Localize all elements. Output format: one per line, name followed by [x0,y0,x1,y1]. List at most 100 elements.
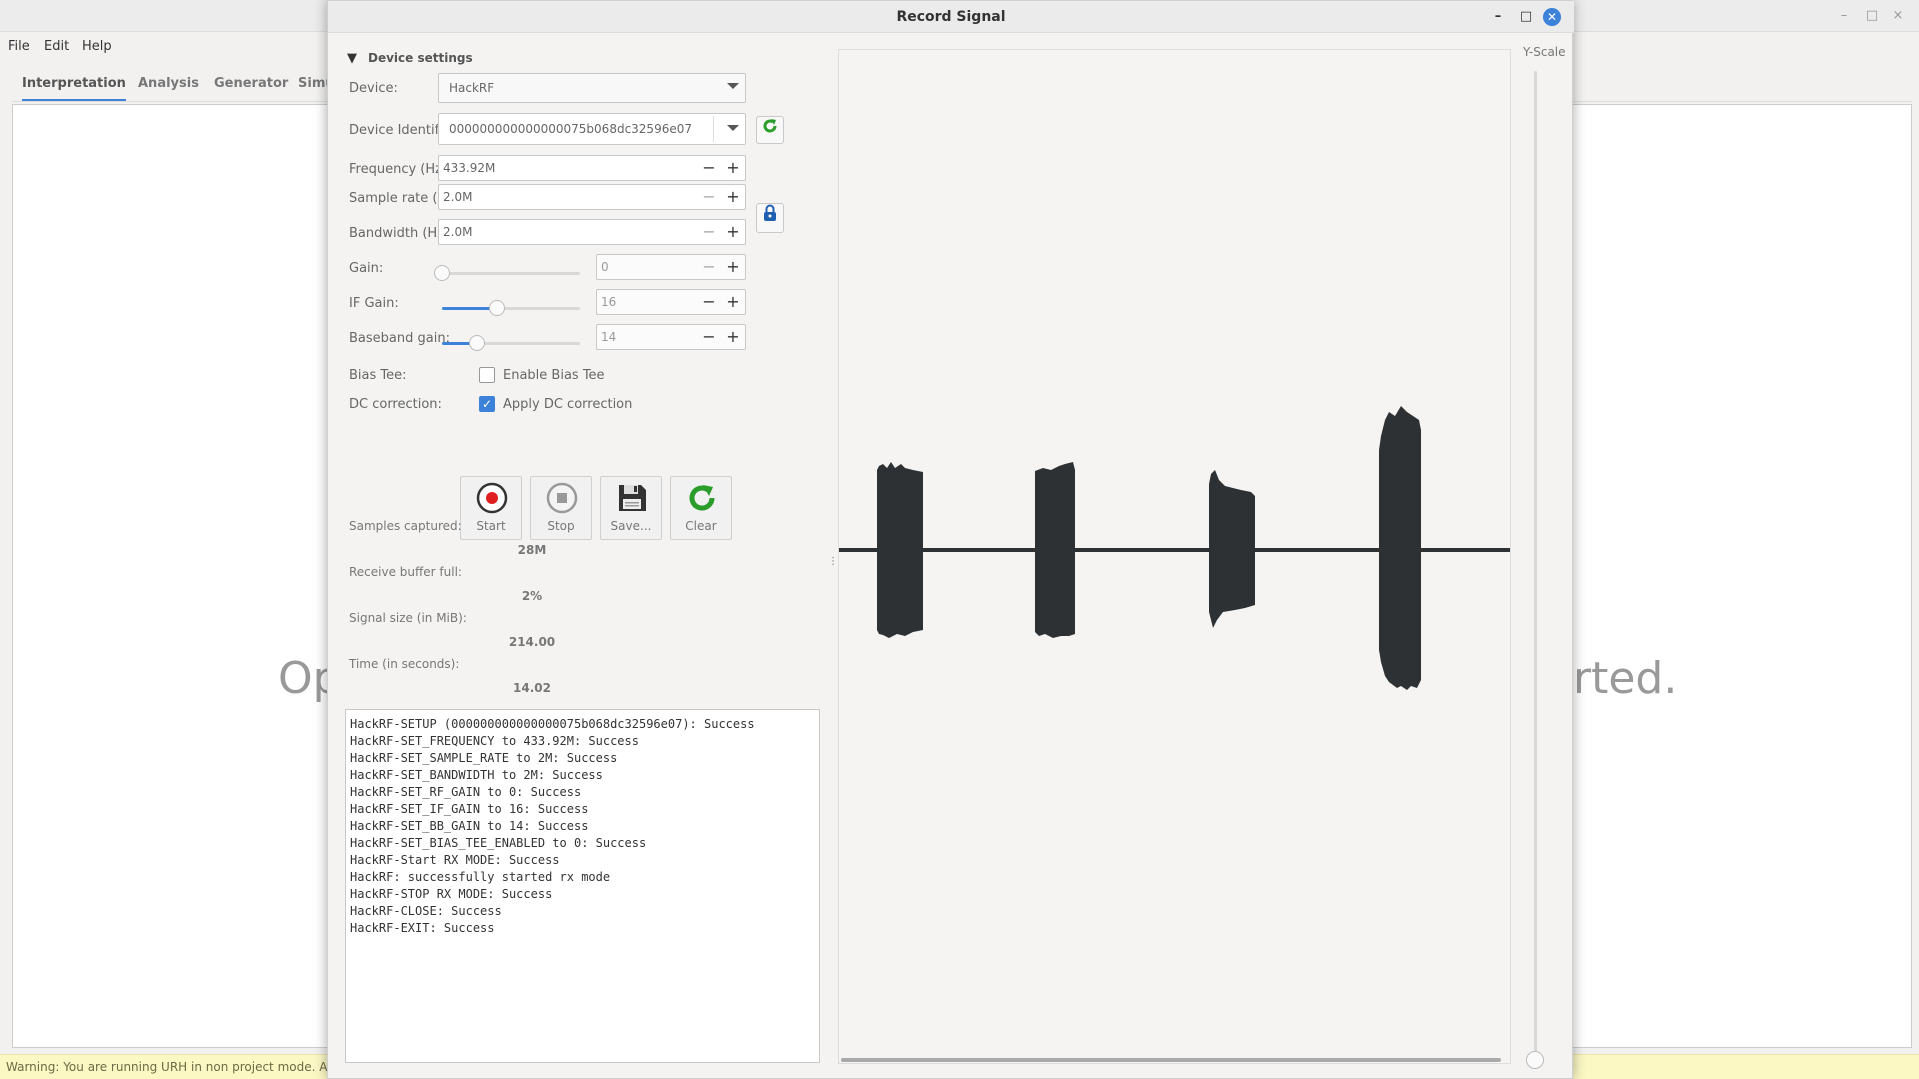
tab-interpretation[interactable]: Interpretation [22,76,126,101]
dc-correction-checkbox[interactable]: ✓ [479,396,495,412]
baseband-gain-label: Baseband gain: [349,331,450,346]
dc-correction-checkbox-label[interactable]: Apply DC correction [503,397,632,412]
maximize-icon[interactable]: □ [1862,6,1882,26]
device-log[interactable]: HackRF-SETUP (000000000000000075b068dc32… [345,709,820,1063]
refresh-devices-button[interactable] [756,116,784,144]
splitter-handle[interactable]: ⋮ [828,556,838,567]
frequency-value: 433.92M [443,161,496,175]
close-icon[interactable]: × [1888,6,1908,26]
y-scale-slider[interactable] [1534,71,1537,1056]
log-line: HackRF-SET_RF_GAIN to 0: Success [350,785,582,799]
horizontal-scrollbar[interactable] [841,1058,1501,1062]
plus-icon[interactable]: + [721,255,745,279]
log-line: HackRF-SET_IF_GAIN to 16: Success [350,802,589,816]
bandwidth-value: 2.0M [443,225,473,239]
collapse-arrow-icon[interactable]: ▼ [347,51,357,66]
maximize-icon[interactable]: □ [1516,7,1536,27]
minimize-icon[interactable]: – [1488,7,1508,27]
frequency-label: Frequency (Hz): [349,162,452,177]
gain-slider-knob[interactable] [434,265,450,281]
stop-icon [546,482,578,514]
baseband-gain-value: 14 [601,330,617,344]
section-title[interactable]: Device settings [368,51,473,65]
chevron-down-icon [727,83,739,89]
record-icon [476,482,508,514]
lock-button[interactable] [756,203,784,233]
frequency-spinbox[interactable]: 433.92M − + [438,155,746,181]
gain-spinbox[interactable]: 0 − + [596,254,746,280]
dialog-titlebar: Record Signal – □ ✕ [328,1,1574,33]
tab-generator[interactable]: Generator [214,76,288,91]
device-identifier-value: 000000000000000075b068dc32596e07 [449,122,692,136]
lock-icon [764,204,776,221]
device-label: Device: [349,81,398,96]
gain-slider[interactable] [434,265,580,281]
bias-tee-label: Bias Tee: [349,368,407,383]
receive-buffer-value: 2% [521,589,543,603]
if-gain-slider-knob[interactable] [489,300,506,316]
signal-preview[interactable] [838,49,1511,1064]
refresh-icon [689,485,715,511]
device-settings-panel: ▼ Device settings Device: HackRF Device … [342,41,820,1071]
save-label: Save... [610,519,652,533]
refresh-icon [763,119,777,133]
clear-button[interactable]: Clear [670,476,732,540]
bandwidth-spinbox[interactable]: 2.0M − + [438,219,746,245]
log-line: HackRF-CLOSE: Success [350,904,502,918]
stop-label: Stop [547,519,575,533]
clear-label: Clear [685,519,717,533]
close-icon[interactable]: ✕ [1543,8,1561,26]
save-button[interactable]: Save... [600,476,662,540]
y-scale-slider-knob[interactable] [1526,1051,1544,1069]
log-line: HackRF-SET_BIAS_TEE_ENABLED to 0: Succes… [350,836,647,850]
menu-help[interactable]: Help [82,39,112,54]
plus-icon[interactable]: + [721,325,745,349]
signal-size-value: 214.00 [508,635,556,649]
start-label: Start [476,519,506,533]
device-identifier-combo[interactable]: 000000000000000075b068dc32596e07 [438,113,746,145]
menu-file[interactable]: File [8,39,30,54]
if-gain-label: IF Gain: [349,296,399,311]
bias-tee-checkbox[interactable] [479,367,495,383]
minus-icon[interactable]: − [697,255,721,279]
plus-icon[interactable]: + [721,185,745,209]
combo-separator [713,116,714,142]
chevron-down-icon [727,125,739,131]
baseband-gain-slider-knob[interactable] [468,335,485,351]
samples-captured-value: 28M [517,543,547,557]
plus-icon[interactable]: + [721,156,745,180]
minus-icon[interactable]: − [697,220,721,244]
plus-icon[interactable]: + [721,220,745,244]
log-line: HackRF-SET_BB_GAIN to 14: Success [350,819,589,833]
if-gain-spinbox[interactable]: 16 − + [596,289,746,315]
log-line: HackRF-STOP RX MODE: Success [350,887,553,901]
start-button[interactable]: Start [460,476,522,540]
log-line: HackRF-Start RX MODE: Success [350,853,560,867]
device-combo[interactable]: HackRF [438,73,746,103]
bias-tee-checkbox-label[interactable]: Enable Bias Tee [503,368,605,383]
device-value: HackRF [449,81,495,95]
menu-edit[interactable]: Edit [44,39,69,54]
minus-icon[interactable]: − [697,185,721,209]
minimize-icon[interactable]: – [1834,6,1854,26]
time-value: 14.02 [513,681,551,695]
plus-icon[interactable]: + [721,290,745,314]
if-gain-slider[interactable] [442,300,580,316]
samples-captured-label: Samples captured: [349,519,462,533]
tab-analysis[interactable]: Analysis [138,76,199,91]
signal-size-label: Signal size (in MiB): [349,611,467,625]
time-label: Time (in seconds): [349,657,460,671]
log-line: HackRF-EXIT: Success [350,921,495,935]
baseband-gain-slider[interactable] [442,335,580,351]
background-message-right: rted. [1573,653,1678,704]
minus-icon[interactable]: − [697,325,721,349]
baseband-gain-spinbox[interactable]: 14 − + [596,324,746,350]
minus-icon[interactable]: − [697,290,721,314]
minus-icon[interactable]: − [697,156,721,180]
dc-correction-label: DC correction: [349,397,442,412]
gain-value: 0 [601,260,609,274]
if-gain-value: 16 [601,295,617,309]
log-line: HackRF: successfully started rx mode [350,870,611,884]
stop-button[interactable]: Stop [530,476,592,540]
sample-rate-spinbox[interactable]: 2.0M − + [438,184,746,210]
